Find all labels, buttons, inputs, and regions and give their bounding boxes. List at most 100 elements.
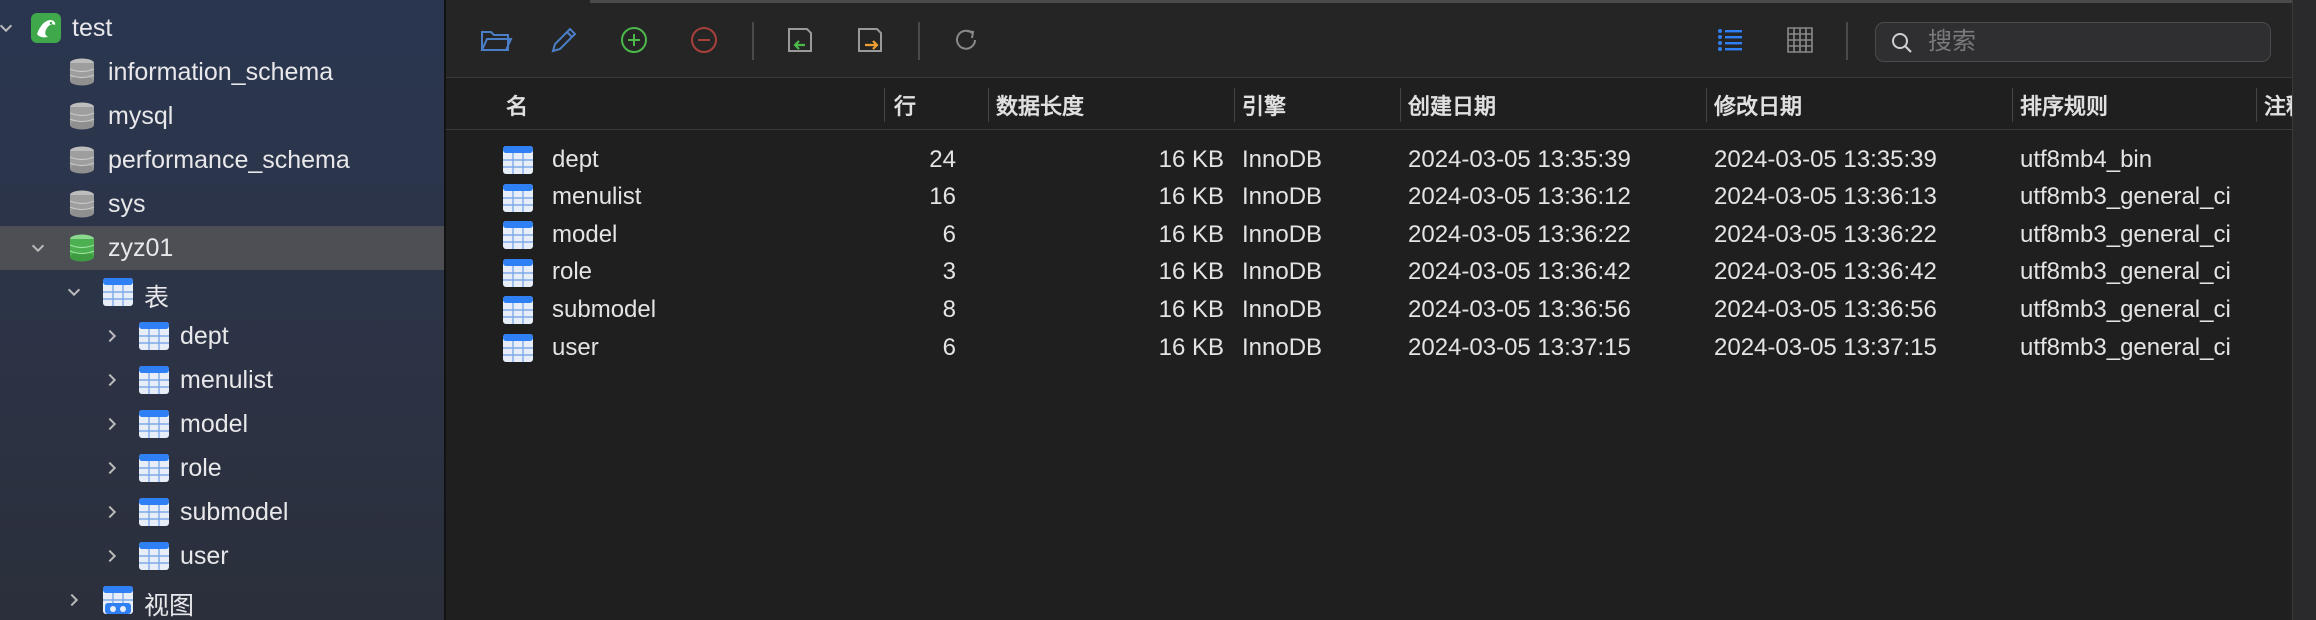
cell-data-length: 16 KB bbox=[1158, 333, 1224, 361]
chevron-right-icon[interactable] bbox=[102, 458, 122, 478]
column-header-created[interactable]: 创建日期 bbox=[1408, 80, 1698, 130]
chevron-down-icon[interactable] bbox=[64, 282, 84, 302]
tables-group[interactable]: 表 bbox=[0, 270, 444, 314]
table-name: dept bbox=[180, 322, 229, 350]
cell-name: role bbox=[552, 258, 593, 286]
cell-data-length: 16 KB bbox=[1158, 295, 1224, 323]
table-name: menulist bbox=[180, 366, 274, 394]
database-item-zyz01[interactable]: zyz01 bbox=[0, 226, 444, 270]
toolbar-separator bbox=[752, 22, 754, 60]
cell-created: 2024-03-05 13:36:42 bbox=[1408, 258, 1631, 286]
table-row[interactable]: role 3 16 KB InnoDB 2024-03-05 13:36:42 2024-… bbox=[446, 254, 2292, 291]
cell-rows: 6 bbox=[942, 333, 956, 361]
plus-circle-icon bbox=[621, 27, 647, 53]
chevron-right-icon[interactable] bbox=[64, 590, 84, 610]
database-item-sys[interactable]: sys bbox=[0, 182, 444, 226]
export-button[interactable] bbox=[850, 20, 890, 60]
chevron-right-icon[interactable] bbox=[102, 546, 122, 566]
cell-rows: 8 bbox=[942, 295, 956, 323]
table-header: 名 行 数据长度 引擎 创建日期 修改日期 排序规则 注释 bbox=[446, 80, 2292, 130]
column-divider bbox=[2012, 88, 2013, 122]
database-icon bbox=[69, 58, 95, 86]
table-row[interactable]: dept 24 16 KB InnoDB 2024-03-05 13:35:39 2024… bbox=[446, 141, 2292, 178]
list-view-button[interactable] bbox=[1710, 20, 1750, 60]
database-item-performance-schema[interactable]: performance_schema bbox=[0, 138, 444, 182]
main-panel: 名 行 数据长度 引擎 创建日期 修改日期 排序规则 注释 dept 24 16 K… bbox=[446, 0, 2316, 620]
import-button[interactable] bbox=[780, 20, 820, 60]
column-divider bbox=[1706, 88, 1707, 122]
cell-created: 2024-03-05 13:35:39 bbox=[1408, 145, 1631, 173]
table-icon bbox=[103, 278, 133, 306]
cell-rows: 3 bbox=[942, 258, 956, 286]
cell-engine: InnoDB bbox=[1242, 220, 1323, 248]
cell-collation: utf8mb3_general_ci bbox=[2020, 183, 2231, 211]
table-icon bbox=[139, 542, 169, 570]
cell-created: 2024-03-05 13:37:15 bbox=[1408, 333, 1631, 361]
column-header-rows[interactable]: 行 bbox=[894, 80, 984, 130]
list-view-icon bbox=[1718, 29, 1742, 51]
database-icon bbox=[69, 102, 95, 130]
database-name: information_schema bbox=[108, 58, 334, 86]
refresh-button[interactable] bbox=[946, 20, 986, 60]
table-item-submodel[interactable]: submodel bbox=[0, 490, 444, 534]
column-header-name[interactable]: 名 bbox=[506, 80, 706, 130]
database-item-information-schema[interactable]: information_schema bbox=[0, 50, 444, 94]
new-table-button[interactable] bbox=[614, 20, 654, 60]
open-table-button[interactable] bbox=[476, 20, 516, 60]
table-item-model[interactable]: model bbox=[0, 402, 444, 446]
delete-table-button[interactable] bbox=[684, 20, 724, 60]
mysql-dolphin-icon bbox=[31, 13, 61, 43]
chevron-right-icon[interactable] bbox=[102, 414, 122, 434]
table-name: model bbox=[180, 410, 249, 438]
search-input[interactable] bbox=[1928, 27, 2258, 57]
table-row[interactable]: model 6 16 KB InnoDB 2024-03-05 13:36:22 2024… bbox=[446, 216, 2292, 253]
column-header-comment[interactable]: 注释 bbox=[2264, 80, 2292, 130]
cell-collation: utf8mb3_general_ci bbox=[2020, 333, 2231, 361]
cell-collation: utf8mb3_general_ci bbox=[2020, 258, 2231, 286]
table-icon bbox=[503, 296, 533, 325]
cell-collation: utf8mb3_general_ci bbox=[2020, 295, 2231, 323]
chevron-down-icon[interactable] bbox=[28, 238, 48, 258]
cell-name: dept bbox=[552, 145, 599, 173]
column-divider bbox=[2256, 88, 2257, 122]
chevron-down-icon[interactable] bbox=[0, 18, 16, 38]
column-divider bbox=[1234, 88, 1235, 122]
chevron-right-icon[interactable] bbox=[102, 370, 122, 390]
inspector-edge bbox=[2292, 0, 2316, 620]
table-item-menulist[interactable]: menulist bbox=[0, 358, 444, 402]
column-header-modified[interactable]: 修改日期 bbox=[1714, 80, 2004, 130]
table-item-role[interactable]: role bbox=[0, 446, 444, 490]
refresh-icon bbox=[956, 29, 976, 50]
cell-created: 2024-03-05 13:36:56 bbox=[1408, 295, 1631, 323]
grid-view-button[interactable] bbox=[1780, 20, 1820, 60]
table-item-user[interactable]: user bbox=[0, 534, 444, 578]
table-icon bbox=[139, 454, 169, 482]
cell-name: user bbox=[552, 333, 599, 361]
chevron-right-icon[interactable] bbox=[102, 326, 122, 346]
pencil-icon bbox=[551, 27, 577, 53]
table-name: user bbox=[180, 542, 229, 570]
table-row[interactable]: user 6 16 KB InnoDB 2024-03-05 13:37:15 2024-… bbox=[446, 329, 2292, 366]
export-icon bbox=[858, 28, 882, 52]
table-row[interactable]: menulist 16 16 KB InnoDB 2024-03-05 13:36:12… bbox=[446, 179, 2292, 216]
database-item-mysql[interactable]: mysql bbox=[0, 94, 444, 138]
column-header-data-length[interactable]: 数据长度 bbox=[996, 80, 1226, 130]
table-row[interactable]: submodel 8 16 KB InnoDB 2024-03-05 13:36:56 2… bbox=[446, 291, 2292, 328]
table-item-dept[interactable]: dept bbox=[0, 314, 444, 358]
cell-data-length: 16 KB bbox=[1158, 258, 1224, 286]
design-table-button[interactable] bbox=[544, 20, 584, 60]
cell-collation: utf8mb3_general_ci bbox=[2020, 220, 2231, 248]
cell-rows: 6 bbox=[942, 220, 956, 248]
chevron-right-icon[interactable] bbox=[102, 502, 122, 522]
toolbar bbox=[446, 0, 2292, 78]
cell-data-length: 16 KB bbox=[1158, 145, 1224, 173]
cell-collation: utf8mb4_bin bbox=[2020, 145, 2153, 173]
column-header-engine[interactable]: 引擎 bbox=[1242, 80, 1392, 130]
views-group[interactable]: 视图 bbox=[0, 578, 444, 620]
column-header-collation[interactable]: 排序规则 bbox=[2020, 80, 2270, 130]
search-box[interactable] bbox=[1875, 22, 2271, 62]
cell-engine: InnoDB bbox=[1242, 145, 1323, 173]
table-icon bbox=[139, 322, 169, 350]
connection-item-test[interactable]: test bbox=[0, 6, 444, 50]
database-name: zyz01 bbox=[108, 234, 174, 262]
